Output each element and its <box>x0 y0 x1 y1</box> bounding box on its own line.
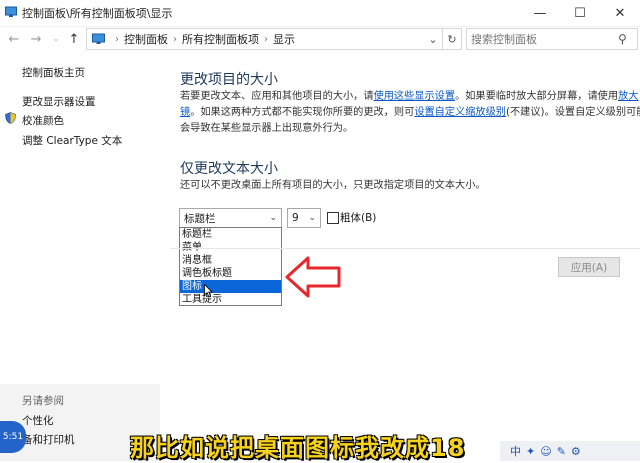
bold-checkbox-label[interactable]: 粗体(B) <box>340 210 376 225</box>
section-title-change-size: 更改项目的大小 <box>180 72 278 88</box>
breadcrumb-all-items[interactable]: 所有控制面板项 <box>182 31 259 47</box>
item-type-select-value: 标题栏 <box>184 212 216 225</box>
item-type-select[interactable]: 标题栏 ⌄ <box>179 208 282 228</box>
address-bar[interactable]: › 控制面板 › 所有控制面板项 › 显示 <box>86 28 438 50</box>
close-button[interactable]: ✕ <box>600 0 640 26</box>
tray-icon[interactable]: ✎ <box>557 445 566 458</box>
breadcrumb-control-panel[interactable]: 控制面板 <box>124 31 168 47</box>
breadcrumb-separator-icon: › <box>264 33 268 45</box>
clock-badge: 5:51 <box>0 421 26 453</box>
option-message-box[interactable]: 消息框 <box>180 254 281 267</box>
option-tooltip[interactable]: 工具提示 <box>180 293 281 306</box>
description-text: 若要更改文本、应用和其他项目的大小，请 <box>180 91 374 102</box>
font-size-select[interactable]: 9 ⌄ <box>287 208 321 228</box>
option-icon[interactable]: 图标 <box>180 280 281 293</box>
input-method-indicator[interactable]: 中 <box>510 443 521 459</box>
annotation-arrow-icon <box>285 256 341 298</box>
font-size-select-value: 9 <box>292 212 299 224</box>
back-button[interactable]: ← <box>4 28 24 50</box>
description-text: (不建议)。设置自定义级别可能 <box>506 107 640 118</box>
navigation-bar: ← → ⌄ ↑ › 控制面板 › 所有控制面板项 › 显示 ⌄ ↻ ⚲ <box>0 28 640 50</box>
sidebar-item-cleartype[interactable]: 调整 ClearType 文本 <box>22 133 122 148</box>
recent-dropdown-icon[interactable]: ⌄ <box>46 28 66 50</box>
apply-button[interactable]: 应用(A) <box>558 257 620 277</box>
breadcrumb-separator-icon: › <box>115 33 119 45</box>
video-subtitle-caption: 那比如说把桌面图标我改成18 <box>130 434 466 462</box>
window-title: 控制面板\所有控制面板项\显示 <box>22 7 173 20</box>
bold-checkbox[interactable] <box>327 212 339 224</box>
section-description-text-size: 还可以不更改桌面上所有项目的大小，只更改指定项目的文本大小。 <box>180 180 486 191</box>
display-settings-link[interactable]: 使用这些显示设置 <box>374 91 456 102</box>
chevron-down-icon: ⌄ <box>269 213 277 223</box>
system-tray: 中 ✦ ☺ ✎ ⚙ <box>500 441 640 461</box>
custom-scaling-link[interactable]: 设置自定义缩放级别 <box>414 107 506 118</box>
see-also-devices-printers[interactable]: 备和打印机 <box>22 432 75 447</box>
search-input[interactable] <box>467 31 618 47</box>
chevron-down-icon: ⌄ <box>308 213 316 223</box>
address-dropdown-button[interactable]: ⌄ <box>424 28 443 50</box>
item-type-dropdown-list[interactable]: 标题栏 菜单 消息框 调色板标题 图标 工具提示 <box>179 227 282 306</box>
tray-icon[interactable]: ✦ <box>526 445 535 458</box>
control-panel-icon <box>5 6 17 17</box>
control-panel-icon <box>92 33 105 44</box>
option-title-bar[interactable]: 标题栏 <box>180 228 281 241</box>
description-text: 。如果要临时放大部分屏幕，请使用 <box>455 91 619 102</box>
see-also-heading: 另请参阅 <box>22 395 64 407</box>
description-text: 。如果这两种方式都不能实现你所要的更改，则可 <box>190 107 415 118</box>
breadcrumb-display[interactable]: 显示 <box>273 31 295 47</box>
section-title-text-size: 仅更改文本大小 <box>180 161 278 177</box>
breadcrumb-separator-icon: › <box>173 33 177 45</box>
title-bar: 控制面板\所有控制面板项\显示 — ☐ ✕ <box>0 0 640 27</box>
maximize-button[interactable]: ☐ <box>560 0 600 26</box>
search-box[interactable]: ⚲ <box>466 28 638 50</box>
up-button[interactable]: ↑ <box>64 28 84 50</box>
minimize-button[interactable]: — <box>520 0 560 26</box>
sidebar-item-display-settings[interactable]: 更改显示器设置 <box>22 94 96 109</box>
mouse-cursor-icon <box>204 284 213 298</box>
magnifier-link-part1[interactable]: 放大 <box>618 91 638 102</box>
magnifier-link-part2[interactable]: 镜 <box>180 107 190 118</box>
tray-icon[interactable]: ⚙ <box>571 445 581 458</box>
shield-icon <box>5 112 16 124</box>
see-also-personalization[interactable]: 个性化 <box>22 413 54 428</box>
search-icon[interactable]: ⚲ <box>618 32 627 46</box>
section-description-change-size: 若要更改文本、应用和其他项目的大小，请使用这些显示设置。如果要临时放大部分屏幕，… <box>180 89 640 137</box>
refresh-button[interactable]: ↻ <box>442 28 462 50</box>
sidebar-home-link[interactable]: 控制面板主页 <box>22 65 85 80</box>
sidebar-item-calibrate-color[interactable]: 校准颜色 <box>22 113 64 128</box>
section-divider <box>170 248 640 249</box>
description-text: 会导致在某些显示器上出现意外行为。 <box>180 123 354 134</box>
tray-icon[interactable]: ☺ <box>540 445 551 458</box>
forward-button[interactable]: → <box>26 28 46 50</box>
option-palette-title[interactable]: 调色板标题 <box>180 267 281 280</box>
